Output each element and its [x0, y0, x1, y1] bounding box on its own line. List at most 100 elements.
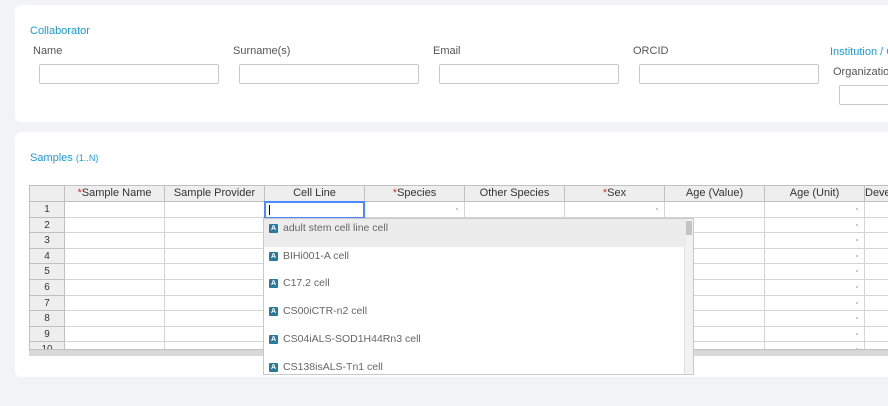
- row-header[interactable]: 2: [30, 217, 65, 234]
- row-header[interactable]: 4: [30, 248, 65, 265]
- column-header-label: Sample Provider: [173, 187, 256, 199]
- grid-cell[interactable]: [865, 295, 888, 312]
- grid-cell[interactable]: [565, 202, 665, 218]
- grid-cell[interactable]: [765, 248, 865, 265]
- grid-cell[interactable]: [165, 326, 265, 343]
- grid-corner[interactable]: [30, 186, 65, 202]
- grid-cell[interactable]: [165, 264, 265, 280]
- column-header-label: Deve: [865, 187, 888, 199]
- email-input[interactable]: [439, 64, 619, 84]
- grid-cell[interactable]: [65, 280, 165, 296]
- active-cell-cell-line[interactable]: [264, 201, 365, 219]
- grid-cell[interactable]: [65, 233, 165, 249]
- row-header[interactable]: 6: [30, 280, 65, 296]
- surname-input[interactable]: [239, 64, 419, 84]
- grid-cell[interactable]: [765, 202, 865, 218]
- ontology-term-icon: A: [269, 307, 278, 317]
- ontology-term-icon: A: [269, 224, 278, 233]
- grid-cell[interactable]: [865, 264, 888, 280]
- column-header-label: Sex: [607, 187, 627, 199]
- column-header-label: Age (Unit): [789, 187, 840, 199]
- column-header[interactable]: Deve: [865, 186, 888, 202]
- organization-label: Organizatio: [833, 66, 888, 78]
- text-caret: [269, 205, 270, 215]
- row-header[interactable]: 8: [30, 311, 65, 327]
- grid-cell[interactable]: [165, 342, 265, 349]
- institution-title: Institution / O: [830, 46, 888, 58]
- grid-cell[interactable]: [765, 295, 865, 312]
- cell-line-dropdown[interactable]: Aadult stem cell line cell A BIHi001-A cel…: [263, 218, 694, 375]
- grid-cell[interactable]: [865, 342, 888, 349]
- grid-cell[interactable]: [765, 280, 865, 296]
- organization-input[interactable]: [839, 85, 888, 105]
- grid-cell[interactable]: [165, 248, 265, 265]
- name-input[interactable]: [39, 64, 219, 84]
- ontology-term-icon: A: [269, 334, 278, 344]
- grid-cell[interactable]: [465, 202, 565, 218]
- dropdown-option-label: CS04iALS-SOD1H44Rn3 cell: [283, 332, 421, 345]
- grid-cell[interactable]: [865, 326, 888, 343]
- column-header[interactable]: *Sample Name: [65, 186, 165, 202]
- row-header[interactable]: 10: [30, 342, 65, 349]
- dropdown-option[interactable]: A BIHi001-A cell: [264, 247, 686, 275]
- column-header[interactable]: Age (Value): [665, 186, 765, 202]
- grid-cell[interactable]: [165, 233, 265, 249]
- grid-cell[interactable]: [65, 217, 165, 234]
- grid-cell[interactable]: [765, 233, 865, 249]
- row-header[interactable]: 3: [30, 233, 65, 249]
- column-header[interactable]: Sample Provider: [165, 186, 265, 202]
- dropdown-option-label: BIHi001-A cell: [283, 249, 349, 262]
- surname-label: Surname(s): [233, 45, 291, 57]
- grid-cell[interactable]: [865, 217, 888, 234]
- dropdown-option[interactable]: A C17.2 cell: [264, 274, 686, 302]
- grid-cell[interactable]: [865, 280, 888, 296]
- grid-cell[interactable]: [165, 311, 265, 327]
- orcid-input[interactable]: [639, 64, 819, 84]
- grid-cell[interactable]: [65, 311, 165, 327]
- grid-cell[interactable]: [765, 311, 865, 327]
- grid-cell[interactable]: [65, 295, 165, 312]
- grid-cell[interactable]: [865, 311, 888, 327]
- column-header[interactable]: *Species: [365, 186, 465, 202]
- grid-cell[interactable]: [165, 280, 265, 296]
- samples-title: Samples (1..N): [30, 152, 98, 164]
- grid-cell[interactable]: [865, 248, 888, 265]
- dropdown-option-label: C17.2 cell: [283, 277, 330, 290]
- grid-cell[interactable]: [765, 326, 865, 343]
- dropdown-option[interactable]: Aadult stem cell line cell: [264, 219, 686, 247]
- grid-cell[interactable]: [765, 342, 865, 349]
- dropdown-option[interactable]: A CS04iALS-SOD1H44Rn3 cell: [264, 330, 686, 358]
- column-header[interactable]: *Sex: [565, 186, 665, 202]
- grid-cell[interactable]: [765, 264, 865, 280]
- row-header[interactable]: 9: [30, 326, 65, 343]
- grid-cell[interactable]: [165, 217, 265, 234]
- grid-cell[interactable]: [65, 202, 165, 218]
- samples-cardinality: (1..N): [75, 153, 99, 163]
- name-label: Name: [33, 45, 63, 57]
- column-header-label: Sample Name: [81, 187, 152, 199]
- grid-cell[interactable]: [665, 202, 765, 218]
- grid-cell[interactable]: [365, 202, 465, 218]
- dropdown-option-label: CS138isALS-Tn1 cell: [283, 360, 383, 373]
- grid-cell[interactable]: [165, 202, 265, 218]
- grid-cell[interactable]: [65, 342, 165, 349]
- row-header[interactable]: 1: [30, 202, 65, 218]
- column-header[interactable]: Other Species: [465, 186, 565, 202]
- grid-cell[interactable]: [865, 202, 888, 218]
- grid-cell[interactable]: [765, 217, 865, 234]
- column-header[interactable]: Cell Line: [265, 186, 365, 202]
- dropdown-option[interactable]: A CS00iCTR-n2 cell: [264, 302, 686, 330]
- column-header[interactable]: Age (Unit): [765, 186, 865, 202]
- grid-cell[interactable]: [65, 264, 165, 280]
- grid-cell[interactable]: [65, 326, 165, 343]
- grid-cell[interactable]: [165, 295, 265, 312]
- row-header[interactable]: 7: [30, 295, 65, 312]
- dropdown-option[interactable]: A CS138isALS-Tn1 cell: [264, 358, 686, 375]
- column-header-label: Other Species: [479, 187, 550, 199]
- row-header[interactable]: 5: [30, 264, 65, 280]
- grid-cell[interactable]: [865, 233, 888, 249]
- dropdown-scroll-thumb[interactable]: [685, 221, 692, 235]
- collaborator-title: Collaborator: [30, 25, 90, 37]
- grid-cell[interactable]: [65, 248, 165, 265]
- email-label: Email: [433, 45, 461, 57]
